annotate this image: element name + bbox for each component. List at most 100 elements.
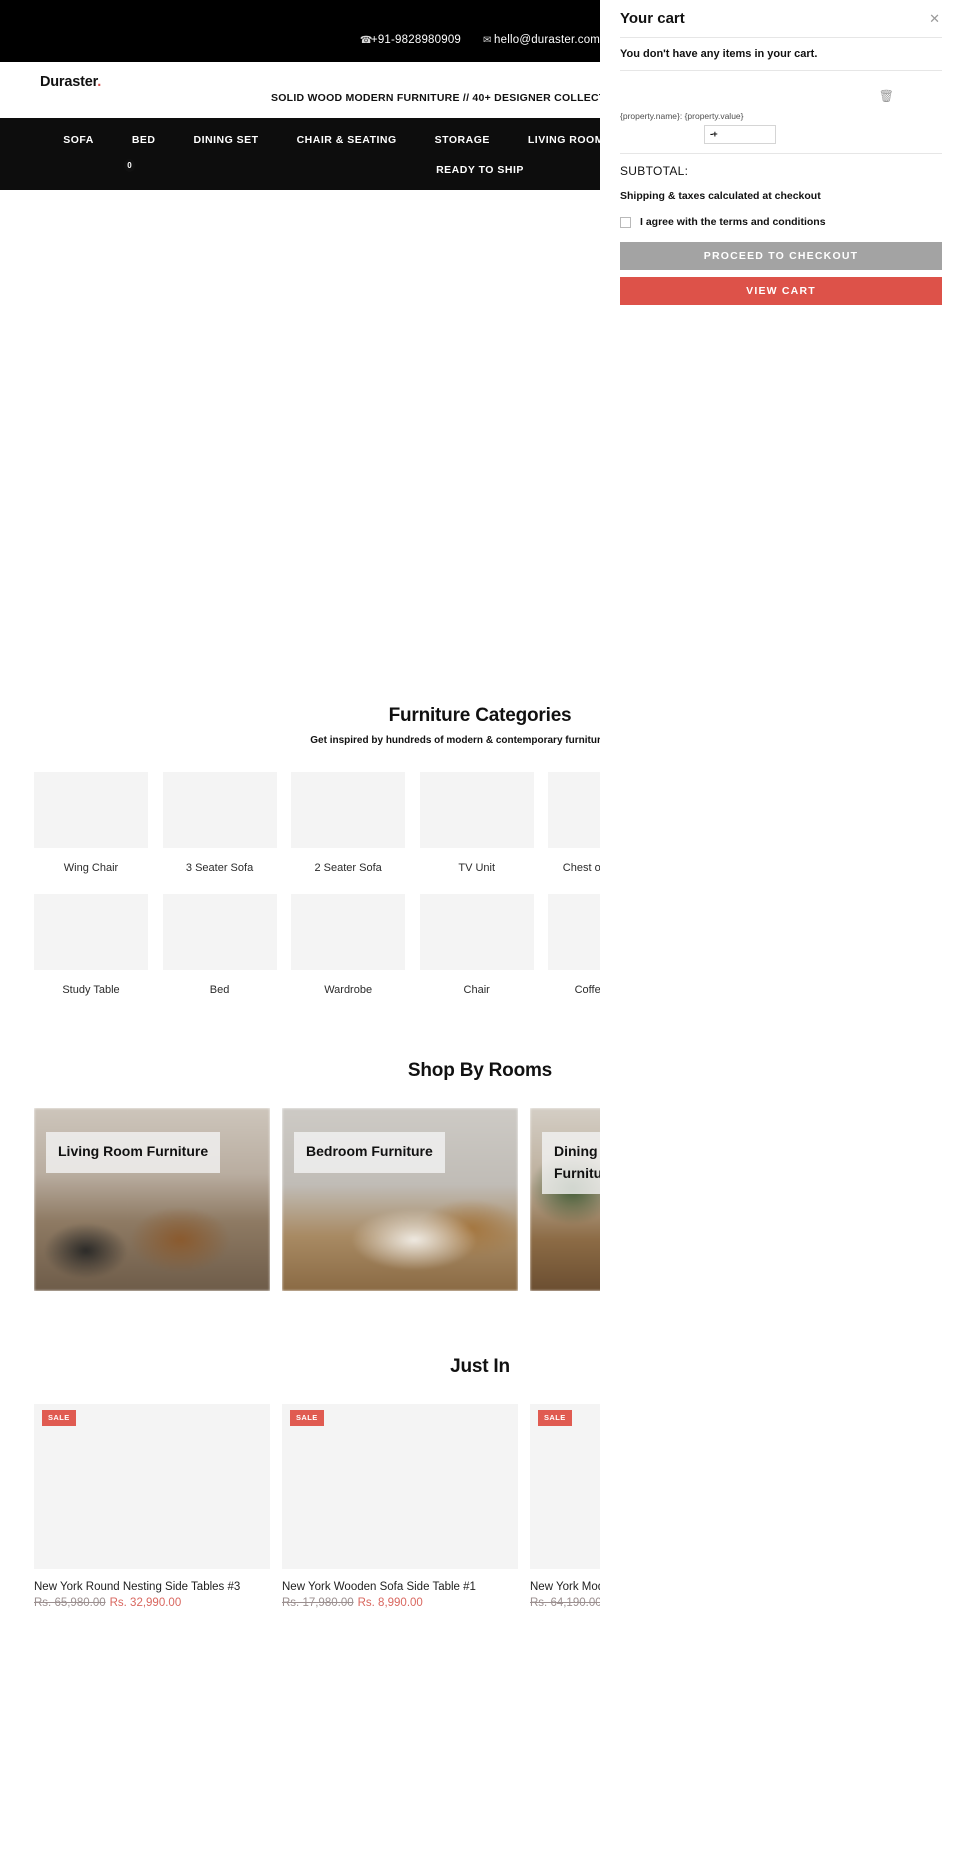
category-label: TV Unit bbox=[458, 862, 496, 874]
logo-text: Duraster bbox=[40, 74, 98, 90]
divider bbox=[620, 153, 942, 154]
category-card[interactable]: Chest of Drawers bbox=[548, 772, 600, 874]
view-cart-button[interactable]: VIEW CART bbox=[620, 277, 942, 305]
category-thumbnail bbox=[34, 772, 148, 848]
category-card[interactable]: Wardrobe bbox=[291, 894, 406, 996]
category-thumbnail bbox=[162, 772, 277, 848]
product-grid: SALE New York Round Nesting Side Tables … bbox=[34, 1404, 600, 1609]
terms-row: I agree with the terms and conditions bbox=[620, 216, 942, 228]
category-grid-row-2: Study Table Bed Wardrobe Chair Coffee Ta… bbox=[34, 894, 600, 996]
just-in-section: Just In SALE New York Round Nesting Side… bbox=[0, 1356, 600, 1609]
terms-checkbox[interactable] bbox=[620, 216, 631, 228]
category-card[interactable]: Bed bbox=[162, 894, 277, 996]
just-in-title: Just In bbox=[450, 1356, 510, 1377]
category-label: 3 Seater Sofa bbox=[185, 862, 254, 874]
nav-item-living-room[interactable]: LIVING ROOM bbox=[528, 134, 600, 146]
category-card[interactable]: Study Table bbox=[34, 894, 148, 996]
rooms-grid: Living Room Furniture Bedroom Furniture … bbox=[34, 1108, 600, 1291]
nav-item-bed[interactable]: BED bbox=[132, 134, 156, 146]
email-text: hello@duraster.com bbox=[494, 34, 600, 46]
room-card-bedroom[interactable]: Bedroom Furniture bbox=[282, 1108, 518, 1291]
category-label: Chest of Drawers bbox=[562, 862, 600, 874]
cart-count-badge[interactable]: 0 bbox=[124, 159, 135, 172]
category-thumbnail bbox=[162, 894, 277, 970]
product-image: SALE bbox=[530, 1404, 600, 1569]
categories-subtitle: Get inspired by hundreds of modern & con… bbox=[310, 735, 600, 746]
product-price-original: Rs. 17,980.00 bbox=[282, 1597, 354, 1609]
category-label: Study Table bbox=[62, 984, 120, 996]
product-card[interactable]: SALE New York Modern Coffee Table #2 Rs.… bbox=[530, 1404, 600, 1609]
nav-item-ready-to-ship[interactable]: READY TO SHIP bbox=[436, 164, 524, 176]
product-price-original: Rs. 65,980.00 bbox=[34, 1597, 106, 1609]
product-card[interactable]: SALE New York Wooden Sofa Side Table #1 … bbox=[282, 1404, 518, 1609]
category-card[interactable]: TV Unit bbox=[419, 772, 534, 874]
product-image: SALE bbox=[282, 1404, 518, 1569]
site-logo[interactable]: Duraster. bbox=[40, 74, 101, 90]
header-tagline: SOLID WOOD MODERN FURNITURE // 40+ DESIG… bbox=[271, 92, 600, 104]
brand-bar: Duraster. SOLID WOOD MODERN FURNITURE //… bbox=[0, 62, 600, 172]
product-title: New York Wooden Sofa Side Table #1 bbox=[282, 1581, 476, 1593]
email-link[interactable]: ✉ hello@duraster.com bbox=[483, 34, 600, 46]
cart-empty-message: You don't have any items in your cart. bbox=[620, 48, 818, 60]
cart-drawer-header: Your cart ✕ bbox=[620, 8, 942, 27]
room-card-living-room[interactable]: Living Room Furniture bbox=[34, 1108, 270, 1291]
sale-badge: SALE bbox=[538, 1410, 572, 1426]
room-caption: Living Room Furniture bbox=[46, 1132, 221, 1173]
quantity-stepper[interactable]: -+ bbox=[704, 125, 776, 144]
category-card[interactable]: 2 Seater Sofa bbox=[291, 772, 406, 874]
product-prices: Rs. 17,980.00 Rs. 8,990.00 bbox=[282, 1597, 518, 1609]
sale-badge: SALE bbox=[290, 1410, 324, 1426]
category-card[interactable]: Wing Chair bbox=[34, 772, 148, 874]
categories-title: Furniture Categories bbox=[388, 705, 572, 726]
shipping-note: Shipping & taxes calculated at checkout bbox=[620, 190, 821, 202]
sale-badge: SALE bbox=[42, 1410, 76, 1426]
cart-drawer-title: Your cart bbox=[620, 10, 685, 27]
top-contact-bar: ☎ +91-9828980909 ✉ hello@duraster.com bbox=[0, 0, 600, 62]
room-caption: Dining Room Furniture bbox=[542, 1132, 600, 1195]
room-caption: Bedroom Furniture bbox=[294, 1132, 445, 1173]
product-price-sale: Rs. 8,990.00 bbox=[357, 1597, 423, 1609]
category-label: Coffee Table bbox=[574, 984, 600, 996]
product-title: New York Modern Coffee Table #2 bbox=[530, 1581, 600, 1593]
terms-label: I agree with the terms and conditions bbox=[640, 216, 826, 228]
hero-banner[interactable] bbox=[0, 190, 600, 705]
product-card[interactable]: SALE New York Round Nesting Side Tables … bbox=[34, 1404, 270, 1609]
logo-dot: . bbox=[97, 74, 102, 90]
close-icon[interactable]: ✕ bbox=[921, 10, 942, 27]
category-label: Chair bbox=[463, 984, 490, 996]
category-card[interactable]: 3 Seater Sofa bbox=[162, 772, 277, 874]
category-card[interactable]: Chair bbox=[419, 894, 534, 996]
category-card[interactable]: Coffee Table bbox=[548, 894, 600, 996]
category-thumbnail bbox=[548, 772, 600, 848]
category-label: Wing Chair bbox=[63, 862, 119, 874]
product-image: SALE bbox=[34, 1404, 270, 1569]
phone-link[interactable]: ☎ +91-9828980909 bbox=[360, 34, 461, 46]
cart-subtotal-label: SUBTOTAL: bbox=[620, 164, 689, 178]
divider bbox=[620, 37, 942, 38]
nav-item-dining-set[interactable]: DINING SET bbox=[194, 134, 259, 146]
nav-item-storage[interactable]: STORAGE bbox=[435, 134, 490, 146]
product-price-sale: Rs. 32,990.00 bbox=[109, 1597, 182, 1609]
divider bbox=[620, 70, 942, 71]
category-thumbnail bbox=[291, 894, 406, 970]
nav-row-primary: SOFA BED DINING SET CHAIR & SEATING STOR… bbox=[0, 134, 600, 146]
category-thumbnail bbox=[34, 894, 148, 970]
category-thumbnail bbox=[548, 894, 600, 970]
proceed-to-checkout-button[interactable]: PROCEED TO CHECKOUT bbox=[620, 242, 942, 270]
trash-icon[interactable]: 🗑 bbox=[879, 89, 894, 103]
nav-item-chair-seating[interactable]: CHAIR & SEATING bbox=[297, 134, 397, 146]
category-label: Bed bbox=[209, 984, 230, 996]
category-thumbnail bbox=[291, 772, 406, 848]
product-prices: Rs. 64,190.00Rs. 31,990.00 bbox=[530, 1597, 600, 1609]
envelope-icon: ✉ bbox=[483, 34, 492, 46]
room-card-dining-room[interactable]: Dining Room Furniture bbox=[530, 1108, 600, 1291]
category-thumbnail bbox=[419, 772, 534, 848]
cart-item-property: {property.name}: {property.value} bbox=[620, 111, 744, 121]
nav-item-sofa[interactable]: SOFA bbox=[63, 134, 94, 146]
product-title: New York Round Nesting Side Tables #3 bbox=[34, 1581, 241, 1593]
category-label: Wardrobe bbox=[324, 984, 373, 996]
nav-row-secondary: READY TO SHIP bbox=[0, 164, 600, 176]
cart-line-item: 🗑 {property.name}: {property.value} -+ bbox=[620, 81, 942, 144]
phone-icon: ☎ bbox=[359, 34, 373, 46]
product-prices: Rs. 65,980.00 Rs. 32,990.00 bbox=[34, 1597, 270, 1609]
